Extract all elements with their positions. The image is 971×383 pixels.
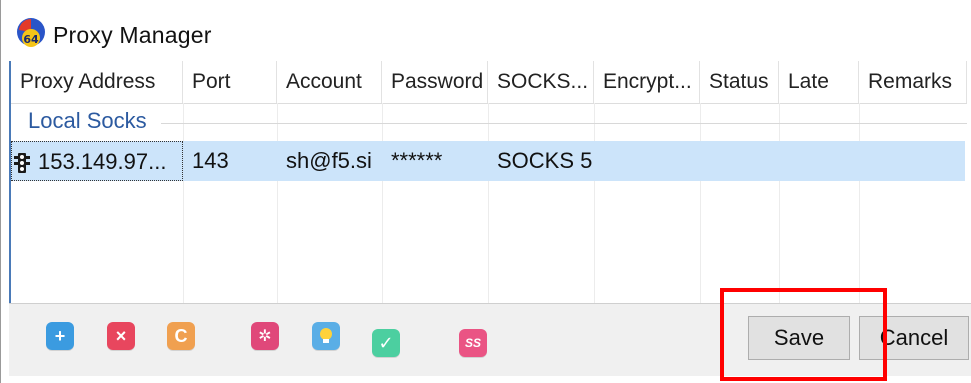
column-header-remarks[interactable]: Remarks [859,61,967,103]
column-divider [594,103,595,303]
column-divider [277,103,278,303]
group-label-local-socks: Local Socks [28,105,153,137]
cell-password: ****** [391,148,443,173]
table-header: Proxy Address Port Account Password SOCK… [11,61,967,104]
cancel-button[interactable]: Cancel [859,316,969,360]
group-divider [161,123,967,124]
cell-port: 143 [192,148,229,173]
column-header-status[interactable]: Status [700,61,779,103]
cell-socks: SOCKS 5 [497,148,593,173]
column-header-account[interactable]: Account [277,61,382,103]
table-row[interactable]: 153.149.97... 143 sh@f5.si ****** SOCKS … [11,141,965,181]
cell-account: sh@f5.si [286,148,372,173]
column-header-password[interactable]: Password [382,61,488,103]
aida64-icon: 64 [17,18,45,47]
column-divider [183,103,184,303]
column-divider [779,103,780,303]
cell-status [700,141,779,181]
column-header-late[interactable]: Late [779,61,859,103]
delete-icon[interactable]: × [107,322,135,350]
check-icon[interactable]: ✓ [372,329,400,357]
add-icon[interactable]: + [46,322,74,350]
settings-icon[interactable]: ✲ [251,322,279,350]
column-header-proxy-address[interactable]: Proxy Address [11,61,183,103]
cell-remarks [859,141,965,181]
title-bar: 64 Proxy Manager [1,0,971,60]
save-button[interactable]: Save [748,316,850,360]
column-divider [488,103,489,303]
ss-icon[interactable]: SS [459,329,487,357]
proxy-table[interactable]: Proxy Address Port Account Password SOCK… [9,61,967,303]
proxy-address-text: 153.149.97... [38,149,167,174]
traffic-light-icon [14,153,30,174]
refresh-icon[interactable]: C [167,322,195,350]
cell-encrypt [594,141,700,181]
svg-text:64: 64 [23,33,39,46]
lightbulb-icon[interactable] [312,322,340,350]
column-header-encrypt[interactable]: Encrypt... [594,61,700,103]
cell-late [779,141,859,181]
proxy-manager-window: 64 Proxy Manager Proxy Address Port Acco… [0,0,971,383]
column-header-port[interactable]: Port [183,61,277,103]
column-divider [382,103,383,303]
column-divider [700,103,701,303]
window-title: Proxy Manager [53,22,212,48]
column-header-socks[interactable]: SOCKS... [488,61,594,103]
bottom-toolbar: + × C ✲ ✓ SS Save Cancel [9,303,971,376]
column-divider [859,103,860,303]
cell-proxy-address[interactable]: 153.149.97... [11,141,183,181]
